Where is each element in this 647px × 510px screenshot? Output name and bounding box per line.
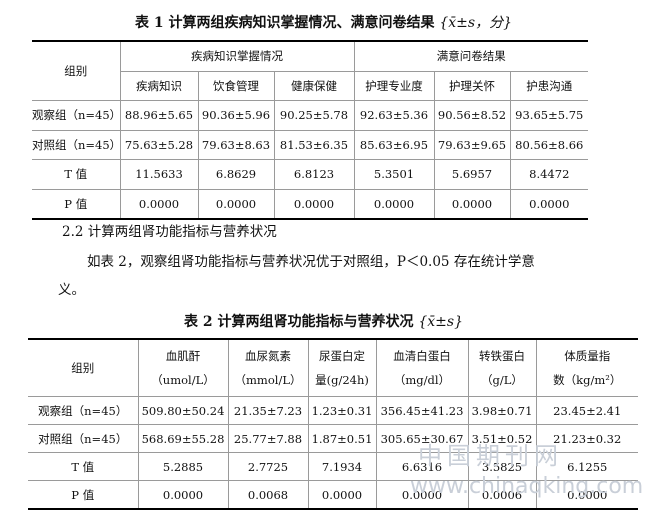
row-label: 对照组（n=45） xyxy=(28,424,139,453)
table-cell: 25.77±7.88 xyxy=(227,424,309,453)
body-paragraph-line1: 如表 2，观察组肾功能指标与营养状况优于对照组，P＜0.05 存在统计学意 xyxy=(87,254,535,270)
table-row: 对照组（n=45） 75.63±5.28 79.63±8.63 81.53±6.… xyxy=(32,129,589,160)
table1-caption-text: 表 1 计算两组疾病知识掌握情况、满意问卷结果 xyxy=(135,15,435,31)
table-cell: 8.4472 xyxy=(509,159,589,190)
table-cell: 81.53±6.35 xyxy=(273,129,355,160)
table1-subheader: 护理关怀 xyxy=(433,70,511,101)
table-cell: 79.63±8.63 xyxy=(197,129,275,160)
table-cell: 1.87±0.51 xyxy=(307,424,377,453)
table-cell: 85.63±6.95 xyxy=(353,129,435,160)
table-cell: 11.5633 xyxy=(119,159,199,190)
table-row: 观察组（n=45） 509.80±50.24 21.35±7.23 1.23±0… xyxy=(28,396,638,425)
body-paragraph-line2: 义。 xyxy=(58,282,85,298)
table-cell: 0.0000 xyxy=(197,188,275,219)
table-cell: 21.35±7.23 xyxy=(227,396,309,425)
table-cell: 0.0000 xyxy=(137,480,229,509)
table-cell: 23.45±2.41 xyxy=(535,396,638,425)
table2-header: 体质量指 数（kg/m²） xyxy=(535,339,638,397)
table2-header: 血尿氮素 （mmol/L） xyxy=(227,339,309,397)
table-cell: 6.8123 xyxy=(273,159,355,190)
table1-caption: 表 1 计算两组疾病知识掌握情况、满意问卷结果 {x̄±s，分} xyxy=(0,12,647,32)
table-cell: 75.63±5.28 xyxy=(119,129,199,160)
table-cell: 0.0068 xyxy=(227,480,309,509)
section-heading: 2.2 计算两组肾功能指标与营养状况 xyxy=(62,224,277,240)
table-cell: 0.0000 xyxy=(119,188,199,219)
table-cell: 0.0000 xyxy=(433,188,511,219)
row-label: T 值 xyxy=(28,452,139,481)
table2-header: 尿蛋白定 量(g/24h) xyxy=(307,339,377,397)
table2-header: 血清白蛋白 （mg/dl） xyxy=(375,339,469,397)
table1-subheader: 健康保健 xyxy=(273,70,355,101)
table-cell: 7.1934 xyxy=(307,452,377,481)
table-cell: 509.80±50.24 xyxy=(137,396,229,425)
table2-caption: 表 2 计算两组肾功能指标与营养状况 {x̄±s} xyxy=(0,311,647,331)
watermark-url: www.chinaqking.com xyxy=(410,474,644,499)
table-cell: 6.8629 xyxy=(197,159,275,190)
table1-subheader: 护患沟通 xyxy=(509,70,589,101)
table-cell: 80.56±8.66 xyxy=(509,129,589,160)
table-row: T 值 11.5633 6.8629 6.8123 5.3501 5.6957 … xyxy=(32,159,589,190)
table-cell: 90.56±8.52 xyxy=(433,100,511,131)
table1-caption-symbol: {x̄±s，分} xyxy=(439,15,512,31)
table1-subheader: 疾病知识 xyxy=(120,70,199,101)
table-cell: 2.7725 xyxy=(227,452,309,481)
table-cell: 3.98±0.71 xyxy=(467,396,537,425)
table1-subheader: 饮食管理 xyxy=(197,70,275,101)
table-cell: 568.69±55.28 xyxy=(137,424,229,453)
table2-caption-text: 表 2 计算两组肾功能指标与营养状况 xyxy=(184,314,414,330)
table1-header-group: 组别 xyxy=(32,41,121,101)
table1-header-satisfaction: 满意问卷结果 xyxy=(353,41,589,72)
table-cell: 90.25±5.78 xyxy=(273,100,355,131)
table2-header: 血肌酐 （umol/L） xyxy=(137,339,229,397)
table-cell: 1.23±0.31 xyxy=(307,396,377,425)
row-label: 对照组（n=45） xyxy=(32,129,121,160)
table-cell: 88.96±5.65 xyxy=(119,100,199,131)
table-row: P 值 0.0000 0.0000 0.0000 0.0000 0.0000 0… xyxy=(32,188,589,219)
row-label: P 值 xyxy=(28,480,139,509)
table-cell: 5.6957 xyxy=(433,159,511,190)
table1: 组别 疾病知识掌握情况 满意问卷结果 疾病知识 饮食管理 健康保健 护理专业度 … xyxy=(32,40,589,220)
table-cell: 79.63±9.65 xyxy=(433,129,511,160)
table-cell: 92.63±5.36 xyxy=(353,100,435,131)
table2-header-row: 组别 血肌酐 （umol/L） 血尿氮素 （mmol/L） 尿蛋白定 量(g/24h)… xyxy=(28,339,638,397)
table-cell: 0.0000 xyxy=(307,480,377,509)
row-label: 观察组（n=45） xyxy=(28,396,139,425)
table-row: 观察组（n=45） 88.96±5.65 90.36±5.96 90.25±5.… xyxy=(32,100,589,131)
table2-caption-symbol: {x̄±s} xyxy=(418,314,463,330)
table-cell: 356.45±41.23 xyxy=(375,396,469,425)
row-label: T 值 xyxy=(32,159,121,190)
table1-subheader: 护理专业度 xyxy=(353,70,435,101)
watermark-chinese: 中国期刊网 xyxy=(418,442,563,470)
table-cell: 0.0000 xyxy=(509,188,589,219)
table1-header-knowledge: 疾病知识掌握情况 xyxy=(119,41,355,72)
table2-header: 转铁蛋白 （g/L） xyxy=(467,339,537,397)
table-cell: 90.36±5.96 xyxy=(197,100,275,131)
table-cell: 0.0000 xyxy=(273,188,355,219)
row-label: 观察组（n=45） xyxy=(32,100,121,131)
table-cell: 93.65±5.75 xyxy=(509,100,589,131)
table-cell: 0.0000 xyxy=(353,188,435,219)
table-cell: 5.2885 xyxy=(137,452,229,481)
table2-header: 组别 xyxy=(28,339,139,397)
table-cell: 5.3501 xyxy=(353,159,435,190)
row-label: P 值 xyxy=(32,188,121,219)
